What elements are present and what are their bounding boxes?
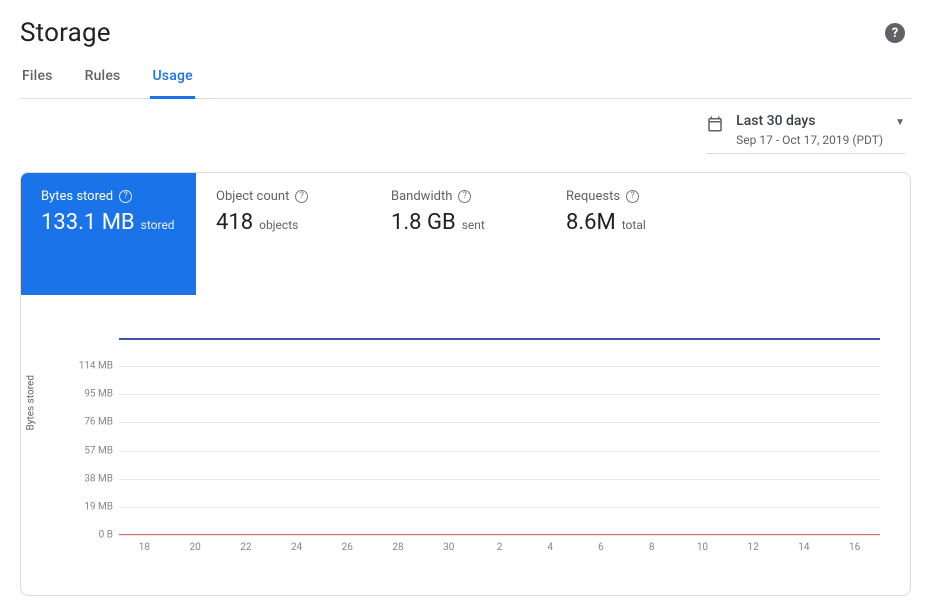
y-tick: 38 MB bbox=[67, 473, 113, 484]
calendar-icon bbox=[706, 115, 724, 137]
x-tick: 22 bbox=[220, 542, 271, 553]
x-tick: 26 bbox=[322, 542, 373, 553]
metric-label: Object count bbox=[216, 189, 289, 204]
plot: 114 MB 95 MB 76 MB 57 MB 38 MB 19 MB 0 B… bbox=[119, 335, 880, 535]
chart: Bytes stored 114 MB 95 MB 76 MB 57 MB 38… bbox=[21, 295, 910, 595]
metric-requests[interactable]: Requests ? 8.6M total bbox=[546, 173, 721, 295]
date-range-sub: Sep 17 - Oct 17, 2019 (PDT) bbox=[736, 133, 883, 147]
metric-unit: sent bbox=[462, 218, 485, 232]
metric-label: Requests bbox=[566, 189, 620, 204]
x-tick: 16 bbox=[829, 542, 880, 553]
y-tick: 76 MB bbox=[67, 417, 113, 428]
x-tick: 18 bbox=[119, 542, 170, 553]
metric-bandwidth[interactable]: Bandwidth ? 1.8 GB sent bbox=[371, 173, 546, 295]
y-tick: 19 MB bbox=[67, 501, 113, 512]
help-icon[interactable]: ? bbox=[119, 190, 132, 203]
tab-usage[interactable]: Usage bbox=[150, 68, 194, 99]
help-icon[interactable]: ? bbox=[295, 190, 308, 203]
metrics-row: Bytes stored ? 133.1 MB stored Object co… bbox=[21, 173, 910, 295]
metric-value: 1.8 GB bbox=[391, 210, 456, 235]
x-tick: 28 bbox=[373, 542, 424, 553]
metric-object-count[interactable]: Object count ? 418 objects bbox=[196, 173, 371, 295]
metric-value: 8.6M bbox=[566, 210, 616, 235]
x-tick: 8 bbox=[626, 542, 677, 553]
x-tick: 12 bbox=[728, 542, 779, 553]
help-icon[interactable]: ? bbox=[885, 23, 905, 43]
tab-rules[interactable]: Rules bbox=[83, 68, 123, 98]
metric-value: 133.1 MB bbox=[41, 210, 135, 235]
metric-bytes-stored[interactable]: Bytes stored ? 133.1 MB stored bbox=[21, 173, 196, 295]
y-tick: 0 B bbox=[67, 530, 113, 541]
y-tick: 114 MB bbox=[67, 361, 113, 372]
x-tick: 4 bbox=[525, 542, 576, 553]
metric-value: 418 bbox=[216, 210, 253, 235]
chevron-down-icon: ▼ bbox=[895, 117, 905, 128]
x-tick: 10 bbox=[677, 542, 728, 553]
page-title: Storage bbox=[20, 18, 111, 48]
y-tick: 95 MB bbox=[67, 389, 113, 400]
x-tick: 30 bbox=[423, 542, 474, 553]
date-range-label: Last 30 days bbox=[736, 113, 883, 129]
x-tick: 14 bbox=[779, 542, 830, 553]
series-line-main bbox=[119, 338, 880, 340]
date-range-picker[interactable]: Last 30 days Sep 17 - Oct 17, 2019 (PDT)… bbox=[706, 113, 905, 154]
metric-label: Bytes stored bbox=[41, 189, 113, 204]
help-icon[interactable]: ? bbox=[458, 190, 471, 203]
y-tick: 57 MB bbox=[67, 445, 113, 456]
x-tick: 6 bbox=[576, 542, 627, 553]
y-axis-title: Bytes stored bbox=[26, 375, 37, 430]
metric-unit: total bbox=[622, 218, 646, 232]
x-tick: 24 bbox=[271, 542, 322, 553]
x-tick: 2 bbox=[474, 542, 525, 553]
x-tick: 20 bbox=[170, 542, 221, 553]
tabs: Files Rules Usage bbox=[20, 68, 911, 99]
help-icon[interactable]: ? bbox=[626, 190, 639, 203]
usage-card: Bytes stored ? 133.1 MB stored Object co… bbox=[20, 172, 911, 596]
series-line-baseline bbox=[119, 534, 880, 535]
metric-unit: objects bbox=[259, 218, 298, 232]
metric-label: Bandwidth bbox=[391, 189, 452, 204]
metric-unit: stored bbox=[141, 218, 175, 232]
tab-files[interactable]: Files bbox=[20, 68, 55, 98]
x-axis: 18 20 22 24 26 28 30 2 4 6 8 10 12 14 16 bbox=[119, 542, 880, 553]
